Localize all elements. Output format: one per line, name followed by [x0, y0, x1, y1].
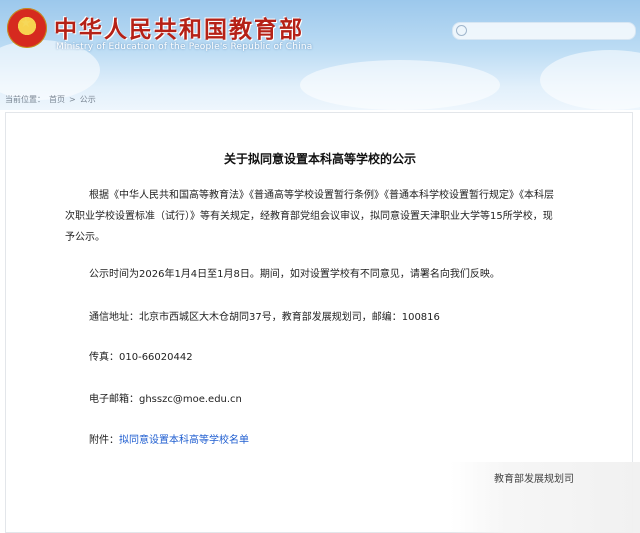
publicity-period: 公示时间为2026年1月4日至1月8日。期间，如对设置学校有不同意见，请署名向我… — [89, 269, 500, 280]
mailing-address: 通信地址：北京市西城区大木仓胡同37号，教育部发展规划司，邮编：100816 — [89, 312, 440, 323]
breadcrumb-home-link[interactable]: 首页 — [49, 94, 65, 105]
site-title[interactable]: 中华人民共和国教育部 — [54, 10, 304, 44]
attachment-label: 附件： — [89, 435, 119, 446]
signature-department: 教育部发展规划司 — [494, 474, 574, 485]
attachment-link[interactable]: 拟同意设置本科高等学校名单 — [119, 435, 249, 446]
paragraph-line: 根据《中华人民共和国高等教育法》《普通高等学校设置暂行条例》《普通本科学校设置暂… — [89, 190, 554, 201]
site-header: ★ 中华人民共和国教育部 Ministry of Education of th… — [0, 0, 640, 110]
cloud-decoration — [540, 50, 640, 110]
national-emblem-icon: ★ — [7, 8, 47, 48]
search-icon[interactable] — [456, 25, 467, 36]
paragraph-line: 次职业学校设置标准（试行）》等有关规定，经教育部党组会议审议，拟同意设置天津职业… — [65, 211, 553, 222]
search-input[interactable] — [452, 22, 636, 40]
cloud-decoration — [300, 60, 500, 110]
article-title: 关于拟同意设置本科高等学校的公示 — [223, 152, 416, 166]
paragraph-line: 予公示。 — [65, 232, 105, 243]
article-paragraph-basis: 根据《中华人民共和国高等教育法》《普通高等学校设置暂行条例》《普通本科学校设置暂… — [65, 185, 584, 248]
breadcrumb-separator: > — [69, 94, 76, 104]
breadcrumb-label: 当前位置： — [5, 94, 45, 104]
breadcrumb: 当前位置： 首页 > 公示 — [5, 93, 96, 105]
attachment-row: 附件：拟同意设置本科高等学校名单 — [89, 430, 249, 451]
email-address: 电子邮箱：ghsszc@moe.edu.cn — [89, 394, 242, 405]
breadcrumb-current[interactable]: 公示 — [80, 94, 96, 105]
site-subtitle: Ministry of Education of the People's Re… — [56, 42, 313, 52]
fax-number: 传真：010-66020442 — [89, 352, 193, 363]
